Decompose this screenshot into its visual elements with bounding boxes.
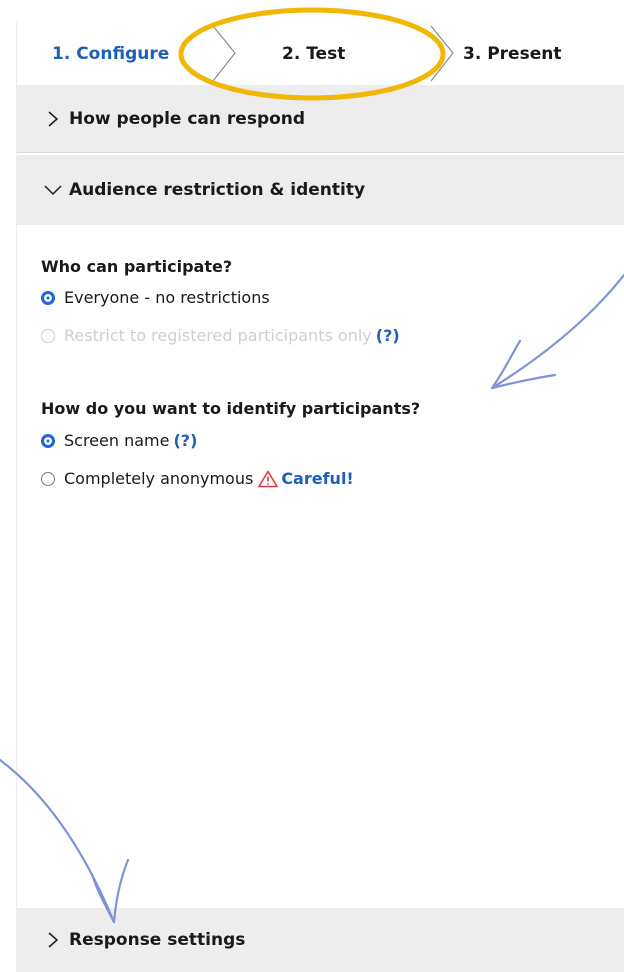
section-how-people-can-respond[interactable]: How people can respond — [17, 85, 624, 153]
option-restrict-registered: Restrict to registered participants only… — [41, 326, 400, 345]
section-label: Audience restriction & identity — [69, 180, 366, 200]
option-label: Restrict to registered participants only — [64, 326, 372, 345]
chevron-right-icon — [48, 110, 59, 127]
option-label: Completely anonymous — [64, 469, 254, 488]
radio-unselected-icon[interactable] — [41, 471, 55, 486]
careful-link[interactable]: Careful! — [281, 469, 353, 488]
option-completely-anonymous[interactable]: Completely anonymous Careful! — [41, 469, 354, 488]
section-response-settings[interactable]: Response settings — [17, 908, 624, 972]
help-link[interactable]: (?) — [376, 326, 400, 345]
step-test[interactable]: 2. Test — [282, 44, 345, 64]
step-separator-icon — [430, 25, 454, 82]
who-can-participate-heading: Who can participate? — [41, 257, 233, 276]
section-label: Response settings — [69, 930, 246, 950]
step-separator-icon — [212, 25, 236, 82]
option-label: Everyone - no restrictions — [64, 288, 270, 307]
help-link[interactable]: (?) — [173, 431, 197, 450]
warning-icon — [258, 470, 279, 487]
step-present[interactable]: 3. Present — [463, 44, 561, 64]
option-everyone[interactable]: Everyone - no restrictions — [41, 288, 270, 307]
option-screen-name[interactable]: Screen name (?) — [41, 431, 197, 450]
step-configure[interactable]: 1. Configure — [52, 44, 169, 64]
option-label: Screen name — [64, 431, 170, 450]
radio-selected-icon[interactable] — [41, 290, 55, 305]
identify-participants-heading: How do you want to identify participants… — [41, 399, 421, 418]
chevron-down-icon — [44, 185, 62, 196]
step-navigation: 1. Configure 2. Test 3. Present — [17, 22, 624, 85]
section-audience-restriction[interactable]: Audience restriction & identity — [17, 155, 624, 225]
section-label: How people can respond — [69, 108, 306, 129]
radio-selected-icon[interactable] — [41, 433, 55, 448]
chevron-right-icon — [48, 932, 59, 948]
radio-disabled-icon — [41, 328, 55, 343]
settings-panel: 1. Configure 2. Test 3. Present How peop… — [17, 22, 624, 972]
